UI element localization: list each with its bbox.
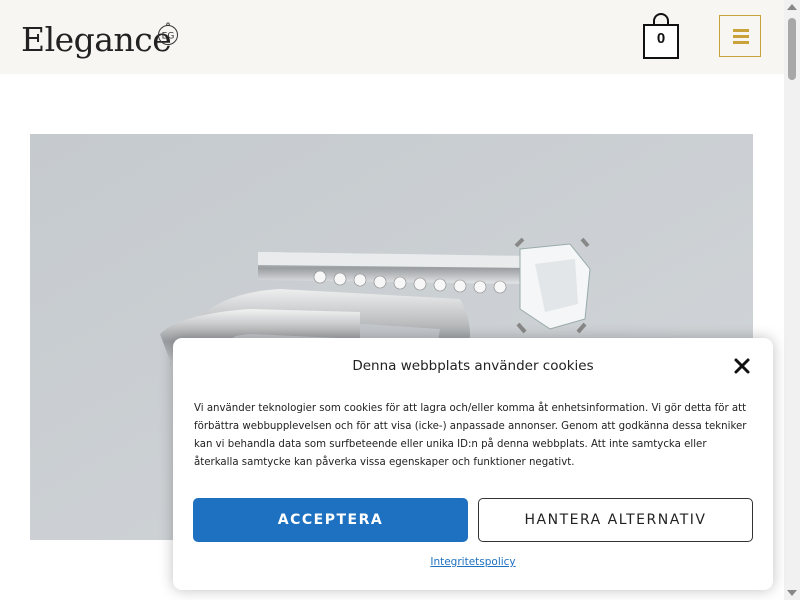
logo-badge-text: EG [162,32,175,42]
hamburger-icon-line [733,35,749,38]
logo-badge-icon: EG [158,22,178,45]
scrollbar[interactable] [784,0,800,600]
cookie-dialog-title: Denna webbplats använder cookies [352,358,594,374]
site-logo[interactable]: Elegance [21,20,172,60]
cookie-consent-dialog: Denna webbplats använder cookies Vi anvä… [173,338,773,590]
manage-options-button[interactable]: HANTERA ALTERNATIV [478,498,753,542]
privacy-policy-link[interactable]: Integritetspolicy [173,556,773,568]
logo-text: Elegance [21,20,172,59]
scrollbar-thumb[interactable] [788,18,796,80]
menu-button[interactable] [719,15,761,57]
accept-button[interactable]: ACCEPTERA [193,498,468,542]
cookie-dialog-body: Vi använder teknologier som cookies för … [194,403,747,468]
hamburger-icon-line [733,29,749,32]
scroll-down-arrow-icon[interactable] [787,590,797,596]
site-header: Elegance EG 0 [0,0,784,74]
hamburger-icon-line [733,41,749,44]
close-icon[interactable] [733,357,751,375]
scroll-up-arrow-icon[interactable] [787,4,797,10]
cart-count: 0 [656,30,666,47]
